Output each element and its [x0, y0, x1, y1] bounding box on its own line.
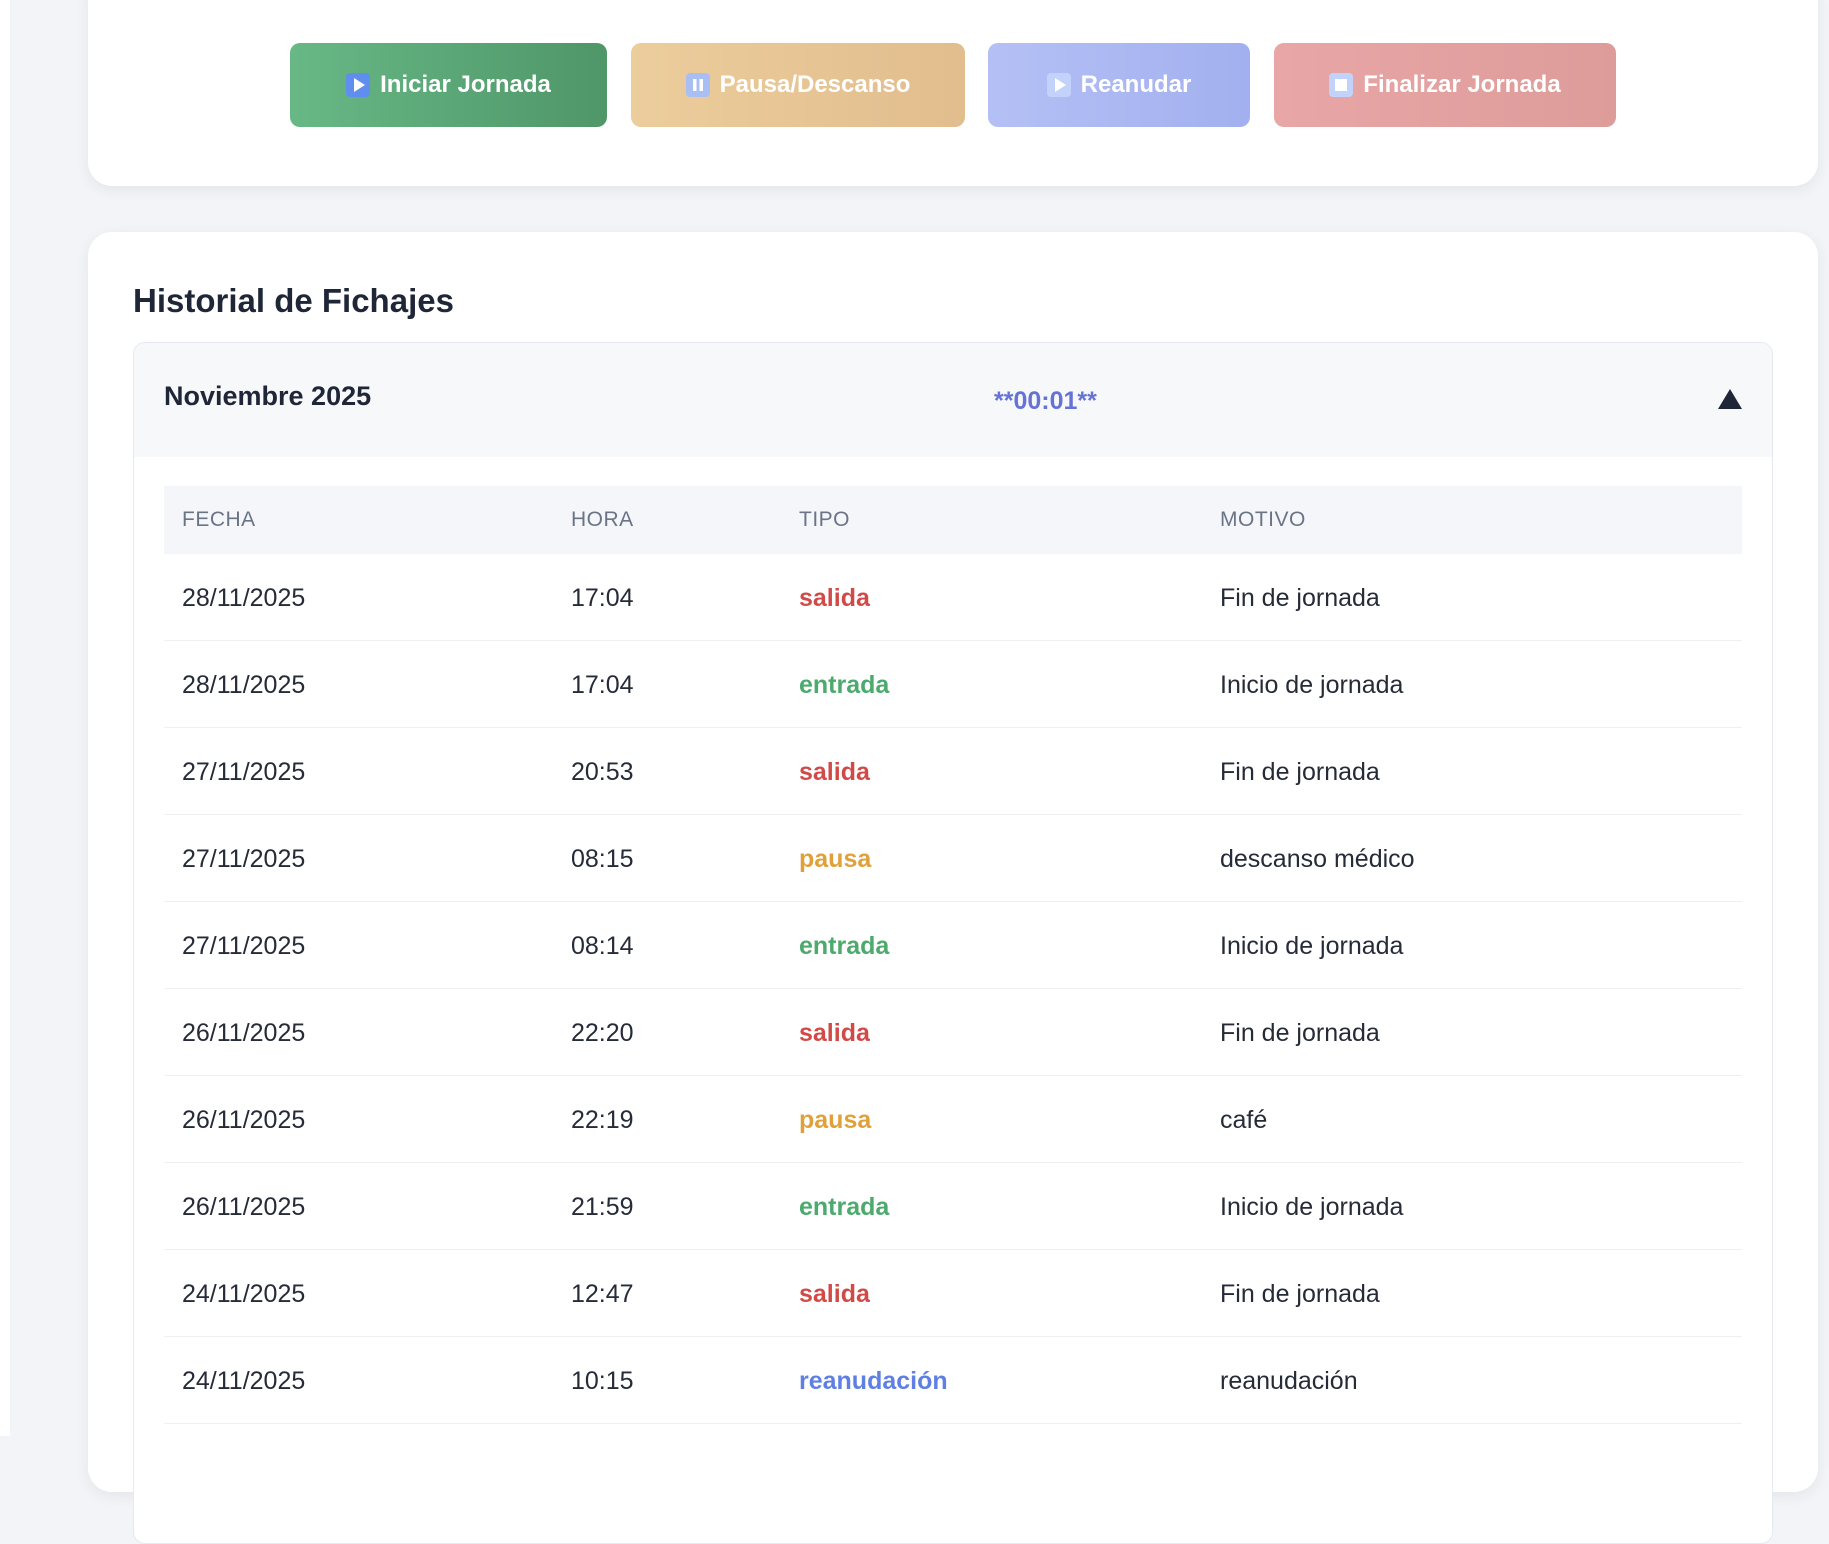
row-type: salida [799, 584, 870, 612]
table-row: 27/11/2025 08:14 entrada Inicio de jornada [164, 902, 1742, 989]
row-type: entrada [799, 932, 890, 960]
row-reason: descanso médico [1220, 845, 1415, 873]
sidebar-edge [0, 0, 10, 1436]
table-row: 27/11/2025 08:15 pausa descanso médico [164, 815, 1742, 902]
row-reason: Fin de jornada [1220, 1280, 1380, 1308]
column-header-fecha: FECHA [182, 508, 256, 531]
pause-break-button[interactable]: Pausa/Descanso [631, 43, 965, 127]
row-time: 20:53 [571, 758, 634, 786]
column-header-tipo: TIPO [799, 508, 851, 531]
row-time: 21:59 [571, 1193, 634, 1221]
row-date: 27/11/2025 [182, 932, 306, 960]
row-reason: Inicio de jornada [1220, 932, 1404, 960]
row-reason: café [1220, 1106, 1268, 1134]
row-type: reanudación [799, 1367, 948, 1395]
row-time: 22:19 [571, 1106, 634, 1134]
row-date: 26/11/2025 [182, 1019, 306, 1047]
table-body: 28/11/2025 17:04 salida Fin de jornada 28/11… [164, 554, 1742, 1424]
table-row: 26/11/2025 22:19 pausa café [164, 1076, 1742, 1163]
row-date: 27/11/2025 [182, 845, 306, 873]
table-row: 28/11/2025 17:04 entrada Inicio de jornada [164, 641, 1742, 728]
month-name: Noviembre 2025 [164, 381, 372, 411]
row-reason: Fin de jornada [1220, 1019, 1380, 1047]
row-time: 12:47 [571, 1280, 634, 1308]
row-type: salida [799, 1019, 870, 1047]
table-row: 26/11/2025 22:20 salida Fin de jornada [164, 989, 1742, 1076]
row-date: 28/11/2025 [182, 671, 306, 699]
resume-label: Reanudar [1080, 71, 1192, 98]
table-row: 28/11/2025 17:04 salida Fin de jornada [164, 554, 1742, 641]
row-reason: Inicio de jornada [1220, 671, 1404, 699]
row-type: salida [799, 758, 870, 786]
row-time: 10:15 [571, 1367, 634, 1395]
row-date: 26/11/2025 [182, 1193, 306, 1221]
resume-button[interactable]: Reanudar [988, 43, 1250, 127]
row-reason: Fin de jornada [1220, 758, 1380, 786]
row-reason: Inicio de jornada [1220, 1193, 1404, 1221]
history-title: Historial de Fichajes [133, 282, 454, 319]
row-date: 24/11/2025 [182, 1367, 306, 1395]
actions-card: Iniciar Jornada Pausa/Descanso Reanudar … [88, 0, 1818, 186]
month-total-hours: **00:01** [994, 387, 1097, 415]
start-shift-label: Iniciar Jornada [380, 71, 551, 98]
records-table: FECHA HORA TIPO MOTIVO 28/11/2025 17:04 sa… [164, 486, 1742, 1424]
pause-break-label: Pausa/Descanso [719, 71, 911, 98]
row-type: pausa [799, 845, 872, 873]
play-icon [346, 73, 371, 97]
row-type: entrada [799, 1193, 890, 1221]
row-type: pausa [799, 1106, 872, 1134]
row-time: 08:14 [571, 932, 634, 960]
month-panel: Noviembre 2025 **00:01** FECHA HORA TIPO… [133, 342, 1773, 1544]
play-icon [1046, 73, 1071, 97]
table-row: 26/11/2025 21:59 entrada Inicio de jornada [164, 1163, 1742, 1250]
finish-shift-label: Finalizar Jornada [1363, 71, 1561, 98]
triangle-up-icon[interactable] [1717, 387, 1743, 411]
column-header-motivo: MOTIVO [1220, 508, 1306, 531]
table-row: 24/11/2025 10:15 reanudación reanudación [164, 1337, 1742, 1424]
row-time: 17:04 [571, 584, 634, 612]
row-reason: reanudación [1220, 1367, 1358, 1395]
row-time: 17:04 [571, 671, 634, 699]
stop-icon [1329, 73, 1354, 97]
row-time: 22:20 [571, 1019, 634, 1047]
row-date: 28/11/2025 [182, 584, 306, 612]
table-row: 27/11/2025 20:53 salida Fin de jornada [164, 728, 1742, 815]
pause-icon [685, 73, 710, 97]
row-date: 24/11/2025 [182, 1280, 306, 1308]
row-type: entrada [799, 671, 890, 699]
finish-shift-button[interactable]: Finalizar Jornada [1274, 43, 1616, 127]
table-header: FECHA HORA TIPO MOTIVO [164, 486, 1742, 554]
row-date: 27/11/2025 [182, 758, 306, 786]
month-header[interactable]: Noviembre 2025 **00:01** [134, 343, 1772, 457]
row-reason: Fin de jornada [1220, 584, 1380, 612]
row-time: 08:15 [571, 845, 634, 873]
row-date: 26/11/2025 [182, 1106, 306, 1134]
table-row: 24/11/2025 12:47 salida Fin de jornada [164, 1250, 1742, 1337]
column-header-hora: HORA [571, 508, 634, 531]
start-shift-button[interactable]: Iniciar Jornada [290, 43, 607, 127]
row-type: salida [799, 1280, 870, 1308]
history-card: Historial de Fichajes Noviembre 2025 **0… [88, 232, 1818, 1544]
